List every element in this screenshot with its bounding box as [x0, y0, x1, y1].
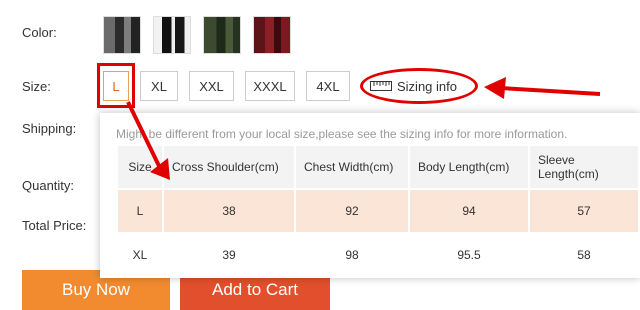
arrow-to-table: [126, 101, 162, 169]
arrow-to-table-head: [150, 158, 170, 180]
arrow-to-sizing-info: [499, 86, 601, 96]
annotation-arrows: [126, 77, 601, 180]
arrow-to-sizing-info-head: [484, 77, 506, 99]
